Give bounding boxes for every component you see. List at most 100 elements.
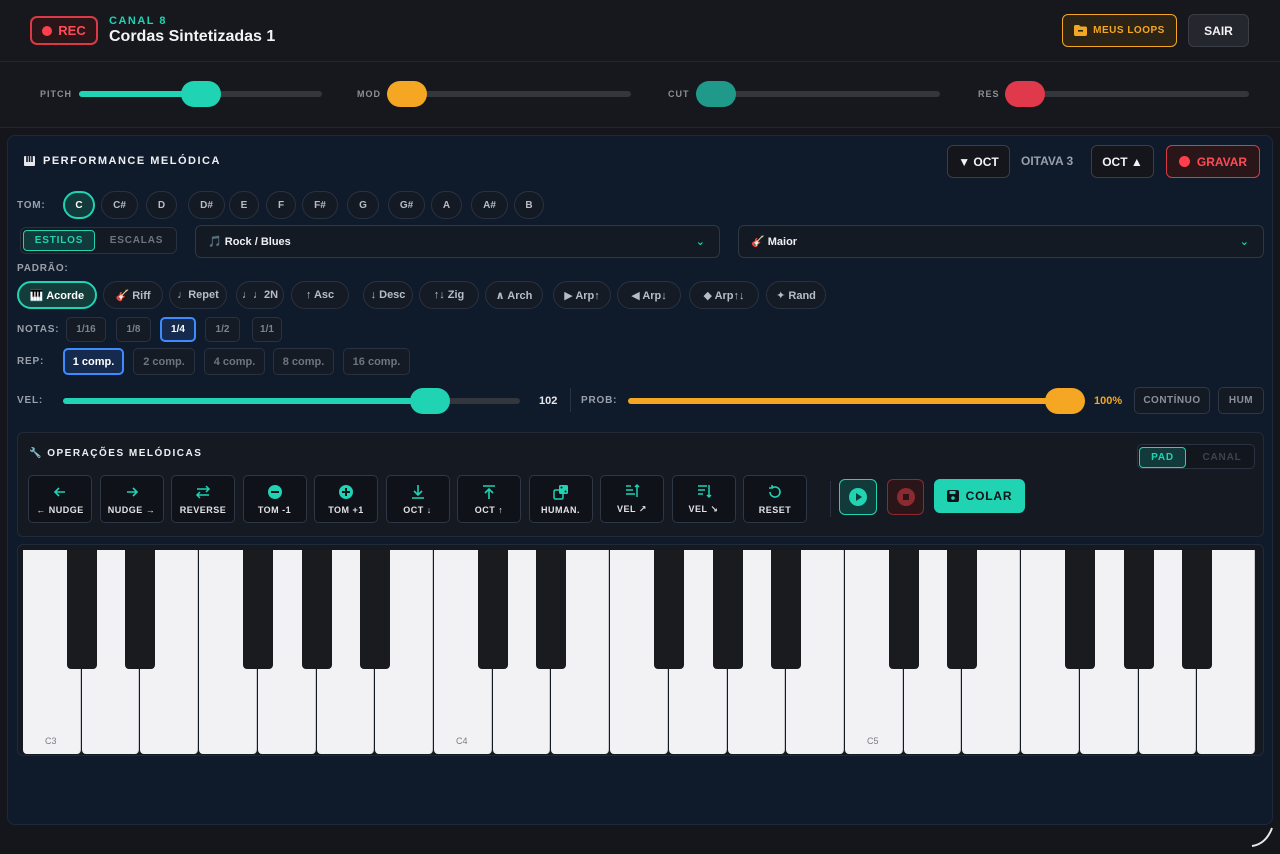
pattern-option[interactable]: ▶ Arp↑ [553,281,611,309]
note-length-option[interactable]: 1/4 [160,317,196,342]
style-select[interactable]: 🎵 Rock / Blues ⌄ [195,225,720,258]
pattern-option[interactable]: ↑↓ Zig [419,281,479,309]
op-label: REVERSE [179,504,227,515]
res-thumb[interactable] [1005,81,1045,107]
black-key[interactable] [360,550,391,669]
op-minus-circle-button[interactable]: TOM -1 [242,475,307,523]
repeat-option[interactable]: 16 comp. [343,348,410,375]
op-swap-button[interactable]: REVERSE [171,475,235,523]
black-key[interactable] [1064,550,1095,669]
black-key[interactable] [242,550,273,669]
black-key[interactable] [1123,550,1154,669]
res-slider[interactable] [1005,81,1249,107]
probability-thumb[interactable] [1045,388,1085,414]
tom-key-gs[interactable]: G# [388,191,425,219]
stop-button[interactable] [887,479,924,515]
scale-select[interactable]: 🎸 Maior ⌄ [738,225,1264,258]
record-button[interactable]: GRAVAR [1166,145,1260,178]
op-arrow-right-button[interactable]: NUDGE → [99,475,164,523]
black-key[interactable] [1182,550,1213,669]
op-dice-button[interactable]: HUMAN. [528,475,593,523]
pattern-option[interactable]: ∧ Arch [485,281,543,309]
black-key[interactable] [477,550,508,669]
op-plus-circle-button[interactable]: TOM +1 [314,475,378,523]
note-length-option[interactable]: 1/16 [66,317,106,342]
probability-label: PROB: [581,395,618,406]
tom-key-g[interactable]: G [347,191,379,219]
op-sort-up-button[interactable]: VEL ↗ [600,475,664,523]
op-label: NUDGE → [107,504,156,515]
pattern-option[interactable]: ◆ Arp↑↓ [689,281,759,309]
note-length-option[interactable]: 1/1 [252,317,282,342]
black-key[interactable] [771,550,802,669]
repeat-option[interactable]: 2 comp. [133,348,195,375]
probability-slider[interactable] [628,388,1085,414]
mod-thumb[interactable] [387,81,427,107]
black-key[interactable] [125,550,156,669]
play-button[interactable] [839,479,877,515]
pitch-slider[interactable] [79,81,322,107]
styles-tab[interactable]: ESTILOS [23,230,95,251]
op-sort-down-button[interactable]: VEL ↘ [671,475,736,523]
black-key[interactable] [301,550,332,669]
repeat-option[interactable]: 1 comp. [63,348,124,375]
pad-tab[interactable]: PAD [1139,447,1186,468]
swap-icon [195,484,211,500]
mod-slider[interactable] [387,81,631,107]
velocity-thumb[interactable] [410,388,451,414]
tom-key-b[interactable]: B [514,191,544,219]
upload-icon [481,484,497,500]
scales-tab[interactable]: ESCALAS [99,230,174,251]
tom-key-fs[interactable]: F# [302,191,338,219]
pitch-thumb[interactable] [180,81,221,107]
op-reset-button[interactable]: RESET [743,475,807,523]
paste-button[interactable]: COLAR [934,479,1025,513]
tom-key-d[interactable]: D [146,191,177,219]
repeat-option[interactable]: 4 comp. [204,348,265,375]
pattern-option[interactable]: 🎸 Riff [103,281,163,309]
black-key[interactable] [536,550,567,669]
exit-button[interactable]: SAIR [1188,14,1249,47]
sort-up-icon [624,483,640,499]
pattern-option[interactable]: 🎹 Acorde [17,281,97,309]
black-key[interactable] [653,550,684,669]
note-length-option[interactable]: 1/8 [116,317,151,342]
op-download-button[interactable]: OCT ↓ [385,475,450,523]
tom-key-as[interactable]: A# [471,191,508,219]
op-arrow-left-button[interactable]: ← NUDGE [28,475,92,523]
pattern-option[interactable]: ♩♩2N [236,281,284,309]
tom-key-f[interactable]: F [266,191,296,219]
tom-key-a[interactable]: A [431,191,462,219]
rec-button[interactable]: REC [30,16,98,45]
cut-thumb[interactable] [696,81,736,107]
pattern-option[interactable]: ✦ Rand [766,281,826,309]
tom-key-cs[interactable]: C# [101,191,138,219]
octave-label: C5 [867,736,879,746]
resize-handle-icon[interactable] [1248,822,1276,850]
channel-tab[interactable]: CANAL [1193,447,1251,468]
ops-title: 🔧 OPERAÇÕES MELÓDICAS [29,448,202,459]
tom-key-c[interactable]: C [63,191,95,219]
black-key[interactable] [66,550,97,669]
pattern-option[interactable]: ◀ Arp↓ [617,281,681,309]
note-length-option[interactable]: 1/2 [205,317,240,342]
pattern-option[interactable]: ↓ Desc [363,281,413,309]
cut-slider[interactable] [696,81,940,107]
black-key[interactable] [888,550,919,669]
tom-key-e[interactable]: E [229,191,259,219]
repeat-option[interactable]: 8 comp. [273,348,334,375]
pattern-option[interactable]: ↑ Asc [291,281,349,309]
continuous-button[interactable]: CONTÍNUO [1134,387,1210,414]
op-upload-button[interactable]: OCT ↑ [457,475,521,523]
pattern-option[interactable]: ♩Repet [169,281,227,309]
download-icon [410,484,426,500]
octave-up-button[interactable]: OCT ▲ [1091,145,1154,178]
reset-icon [767,484,783,500]
hum-button[interactable]: HUM [1218,387,1264,414]
black-key[interactable] [712,550,743,669]
tom-key-ds[interactable]: D# [188,191,225,219]
velocity-slider[interactable] [63,388,520,414]
my-loops-button[interactable]: MEUS LOOPS [1062,14,1177,47]
black-key[interactable] [947,550,978,669]
octave-down-button[interactable]: ▼ OCT [947,145,1010,178]
